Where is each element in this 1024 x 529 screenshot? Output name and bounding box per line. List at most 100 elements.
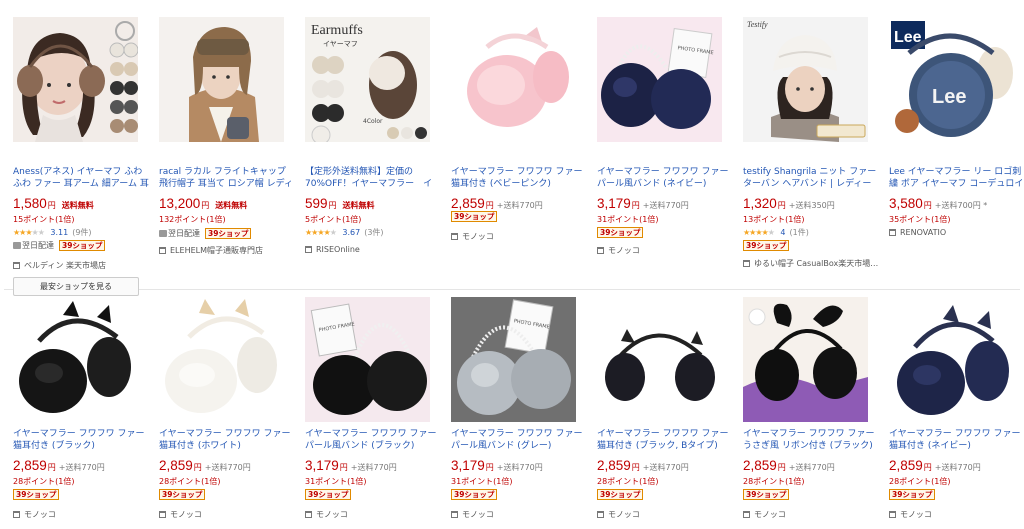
- review-score[interactable]: 3.11: [50, 228, 68, 237]
- price-line: 2,859円 +送料770円: [889, 455, 1024, 473]
- shop-icon: [451, 511, 458, 518]
- product-title[interactable]: testify Shangrila ニット ファー ターバン ヘアバンド | レ…: [743, 166, 879, 190]
- product-title[interactable]: Aness(アネス) イヤーマフ ふわふわ ファー 耳アーム 細アーム 耳あて …: [13, 166, 149, 190]
- product-image[interactable]: [159, 17, 284, 142]
- review-count[interactable]: (3件): [364, 228, 383, 237]
- product-image[interactable]: [743, 297, 868, 422]
- shop-name[interactable]: モノッコ: [159, 509, 295, 520]
- product-image[interactable]: PHOTO FRAME: [597, 17, 722, 142]
- shop-name[interactable]: モノッコ: [13, 509, 149, 520]
- pink-cat-earmuff-icon: [451, 17, 576, 142]
- shop-name[interactable]: モノッコ: [889, 509, 1024, 520]
- yen-unit: 円: [339, 463, 348, 472]
- product-card: PHOTO FRAME イヤーマフラー フワフワ ファー パール風バンド (ネイ…: [597, 17, 732, 267]
- shop39-badge: 39ショップ: [205, 228, 252, 239]
- price-line: 3,179円 +送料770円: [597, 193, 737, 211]
- points: 132ポイント(1倍): [159, 215, 226, 224]
- shop-label: RISEOnline: [316, 245, 360, 254]
- shop-icon: [159, 247, 166, 254]
- badges: 39ショップ: [305, 489, 352, 501]
- product-card: Aness(アネス) イヤーマフ ふわふわ ファー 耳アーム 細アーム 耳あて …: [13, 17, 149, 296]
- product-image[interactable]: [451, 17, 576, 142]
- product-title[interactable]: イヤーマフラー フワフワ ファー 猫耳付き (ブラック, Bタイプ): [597, 428, 733, 452]
- review-count[interactable]: (1件): [790, 228, 809, 237]
- grey-pearl-earmuff-icon: PHOTO FRAME: [451, 297, 576, 422]
- shop39-badge: 39ショップ: [743, 489, 790, 500]
- points: 28ポイント(1倍): [13, 477, 75, 486]
- shipping-fee: +送料770円: [934, 463, 981, 472]
- shop-label: モノッコ: [754, 510, 786, 519]
- rating: ★★★★★ 3.11 (9件): [13, 227, 92, 238]
- shop-icon: [13, 511, 20, 518]
- review-count[interactable]: (9件): [72, 228, 91, 237]
- shop-icon: [13, 262, 20, 269]
- product-title[interactable]: Lee イヤーマフラー リー ロゴ刺繍 ボア イヤーマフ コーデュロイ イヤー…: [889, 166, 1024, 190]
- shop-name[interactable]: ベルディン 楽天市場店: [13, 260, 149, 271]
- shop-label: モノッコ: [608, 246, 640, 255]
- black-cat-earmuff-icon: [13, 297, 138, 422]
- badges: 39ショップ: [889, 489, 936, 501]
- product-image[interactable]: Testify: [743, 17, 868, 142]
- product-title[interactable]: イヤーマフラー フワフワ ファー パール風バンド (ネイビー): [597, 166, 733, 190]
- earmuff-colors-photo-icon: Earmuffs イヤーマフ 4Color: [305, 17, 430, 142]
- product-card: Earmuffs イヤーマフ 4Color 【定形外送料無料】定価の70%OFF…: [305, 17, 440, 267]
- shop-name[interactable]: モノッコ: [451, 509, 587, 520]
- shop-name[interactable]: ゆるい帽子 CasualBox楽天市場…: [743, 258, 879, 269]
- price: 13,200: [159, 196, 201, 211]
- rating: ★★★★★ 4 (1件): [743, 227, 809, 238]
- shop-label: ゆるい帽子 CasualBox楽天市場…: [754, 259, 879, 268]
- shop-name[interactable]: RISEOnline: [305, 245, 441, 254]
- product-card: イヤーマフラー フワフワ ファー 猫耳付き (ブラック, Bタイプ) 2,859…: [597, 290, 732, 529]
- review-score[interactable]: 4: [780, 228, 785, 237]
- price: 3,179: [305, 458, 339, 473]
- product-image[interactable]: PHOTO FRAME: [451, 297, 576, 422]
- points: 28ポイント(1倍): [743, 477, 805, 486]
- nextday-label: 翌日配達: [168, 229, 200, 238]
- product-title[interactable]: racal ラカル フライトキャップ 飛行帽子 耳当て ロシア帽 レディース …: [159, 166, 295, 190]
- product-image[interactable]: [597, 297, 722, 422]
- badges: 翌日配達 39ショップ: [13, 240, 106, 252]
- product-image[interactable]: PHOTO FRAME: [305, 297, 430, 422]
- product-image[interactable]: Earmuffs イヤーマフ 4Color: [305, 17, 430, 142]
- price-line: 599円 送料無料: [305, 193, 445, 211]
- product-title[interactable]: イヤーマフラー フワフワ ファー パール風バンド (ブラック): [305, 428, 441, 452]
- badges: 39ショップ: [597, 227, 644, 239]
- shop-name[interactable]: モノッコ: [597, 509, 733, 520]
- shop-name[interactable]: モノッコ: [305, 509, 441, 520]
- yen-unit: 円: [777, 463, 786, 472]
- badges: 39ショップ: [743, 489, 790, 501]
- product-title[interactable]: イヤーマフラー フワフワ ファー うさぎ風 リボン付き (ブラック): [743, 428, 879, 452]
- shipping-fee: +送料350円: [788, 201, 835, 210]
- price-line: 1,320円 +送料350円: [743, 193, 883, 211]
- nextday-delivery: 翌日配達: [159, 228, 200, 239]
- shop-label: モノッコ: [170, 510, 202, 519]
- product-image[interactable]: [889, 297, 1014, 422]
- product-title[interactable]: イヤーマフラー フワフワ ファー 猫耳付き (ネイビー): [889, 428, 1024, 452]
- shop-label: RENOVATIO: [900, 228, 947, 237]
- shop-icon: [889, 511, 896, 518]
- shop39-badge: 39ショップ: [597, 227, 644, 238]
- shop-name[interactable]: モノッコ: [597, 245, 733, 256]
- shop-name[interactable]: RENOVATIO: [889, 228, 1024, 237]
- shop39-badge: 39ショップ: [889, 489, 936, 500]
- star-empty-icon: ★★: [31, 228, 45, 237]
- points: 28ポイント(1倍): [597, 477, 659, 486]
- product-image[interactable]: [159, 297, 284, 422]
- product-image[interactable]: [13, 297, 138, 422]
- shop-name[interactable]: モノッコ: [743, 509, 879, 520]
- yen-unit: 円: [193, 463, 202, 472]
- shop39-badge: 39ショップ: [743, 240, 790, 251]
- product-image[interactable]: Lee Lee: [889, 17, 1014, 142]
- review-score[interactable]: 3.67: [342, 228, 360, 237]
- product-title[interactable]: イヤーマフラー フワフワ ファー パール風バンド (グレー): [451, 428, 587, 452]
- product-title[interactable]: 【定形外送料無料】定価の70%OFF！イヤーマフラー イヤ…: [305, 166, 441, 190]
- product-title[interactable]: イヤーマフラー フワフワ ファー 猫耳付き (ブラック): [13, 428, 149, 452]
- price-line: 2,859円 +送料770円: [13, 455, 153, 473]
- shipping-fee: +送料770円: [642, 463, 689, 472]
- price-line: 2,859円 +送料770円: [597, 455, 737, 473]
- shop-name[interactable]: ELEHELM帽子通販専門店: [159, 245, 295, 256]
- product-image[interactable]: [13, 17, 138, 142]
- product-title[interactable]: イヤーマフラー フワフワ ファー 猫耳付き (ホワイト): [159, 428, 295, 452]
- shop-name[interactable]: モノッコ: [451, 231, 587, 242]
- product-title[interactable]: イヤーマフラー フワフワ ファー 猫耳付き (ベビーピンク): [451, 166, 587, 190]
